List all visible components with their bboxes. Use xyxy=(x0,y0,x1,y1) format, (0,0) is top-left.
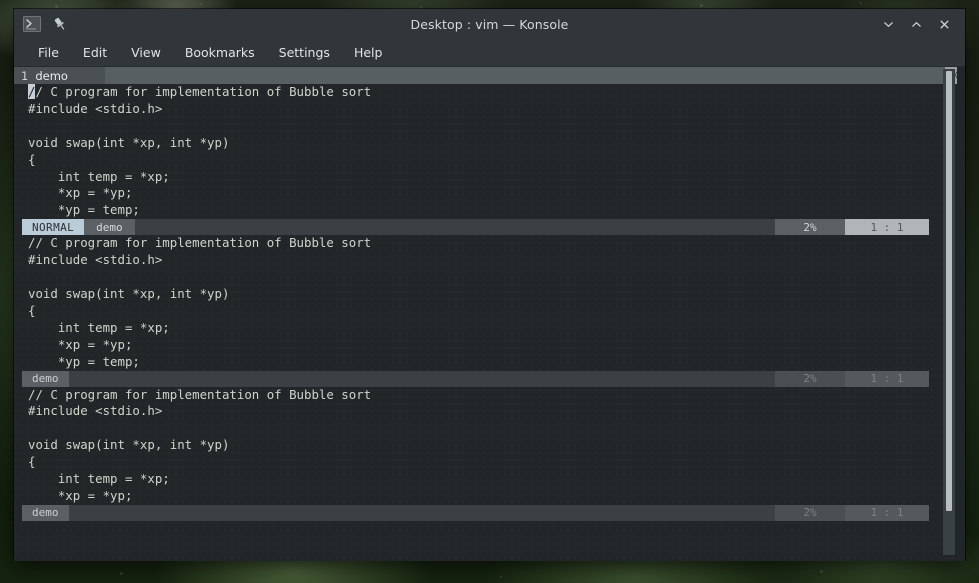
statusline-percent: 2% xyxy=(775,219,845,236)
menu-item-edit[interactable]: Edit xyxy=(73,42,117,63)
code-line: *xp = *yp; xyxy=(28,487,133,503)
window-title: Desktop : vim — Konsole xyxy=(410,16,569,32)
terminal-scrollbar[interactable] xyxy=(943,69,955,555)
wallpaper-speck xyxy=(420,6,422,8)
code-line: *xp = *yp; xyxy=(28,185,133,201)
vim-statusline-bottom: demo 2% 1 : 1 xyxy=(22,504,929,521)
statusline-percent: 2% xyxy=(775,504,845,521)
code-line: int temp = *xp; xyxy=(28,319,170,335)
code-line: *xp = *yp; xyxy=(28,336,133,352)
window-controls xyxy=(875,12,965,36)
scrollbar-thumb[interactable] xyxy=(946,71,952,511)
menubar: File Edit View Bookmarks Settings Help xyxy=(14,39,965,67)
code-line: #include <stdio.h> xyxy=(28,252,163,268)
code-line: void swap(int *xp, int *yp) xyxy=(28,285,230,301)
statusline-position: 1 : 1 xyxy=(845,370,929,387)
code-line: { xyxy=(28,454,36,470)
code-line: { xyxy=(28,151,36,167)
wallpaper-speck xyxy=(200,3,202,5)
code-first-line: // C program for implementation of Bubbl… xyxy=(28,235,372,251)
statusline-filler xyxy=(68,504,775,521)
code-line: *yp = temp; xyxy=(28,202,140,218)
menu-item-settings[interactable]: Settings xyxy=(269,42,340,63)
statusline-mode: NORMAL xyxy=(22,219,85,236)
wallpaper-speck xyxy=(55,5,58,8)
vim-statusline-active: NORMAL demo 2% 1 : 1 xyxy=(22,219,929,236)
code-first-line: / C program for implementation of Bubble… xyxy=(35,84,372,99)
konsole-window: Desktop : vim — Konsole File Edit View B… xyxy=(14,9,965,561)
tab-demo[interactable]: 1 demo xyxy=(14,67,105,84)
code-line: int temp = *xp; xyxy=(28,168,170,184)
code-line: *yp = temp; xyxy=(28,353,140,369)
wallpaper-speck xyxy=(120,572,123,575)
statusline-percent: 2% xyxy=(775,370,845,387)
wallpaper-speck xyxy=(860,2,862,4)
statusline-position: 1 : 1 xyxy=(845,504,929,521)
close-button[interactable] xyxy=(931,12,957,36)
wallpaper-speck xyxy=(700,4,703,7)
vim-pane-middle-code[interactable]: // C program for implementation of Bubbl… xyxy=(14,235,965,370)
minimize-button[interactable] xyxy=(875,12,901,36)
menu-item-file[interactable]: File xyxy=(28,42,69,63)
code-line: #include <stdio.h> xyxy=(28,403,163,419)
titlebar-left-icons xyxy=(14,15,69,33)
maximize-button[interactable] xyxy=(903,12,929,36)
code-line: { xyxy=(28,302,36,318)
statusline-position: 1 : 1 xyxy=(845,219,929,236)
konsole-tabbar: 1 demo X xyxy=(14,67,965,84)
code-line: void swap(int *xp, int *yp) xyxy=(28,437,230,453)
statusline-filename: demo xyxy=(22,370,69,387)
code-line: void swap(int *xp, int *yp) xyxy=(28,134,230,150)
menu-item-help[interactable]: Help xyxy=(344,42,393,63)
window-titlebar[interactable]: Desktop : vim — Konsole xyxy=(14,9,965,39)
vim-pane-top-code[interactable]: // C program for implementation of Bubbl… xyxy=(14,84,965,219)
statusline-filename: demo xyxy=(22,504,69,521)
statusline-filename: demo xyxy=(84,219,135,236)
statusline-filler xyxy=(134,219,775,236)
tabbar-filler xyxy=(105,67,945,84)
code-first-line: // C program for implementation of Bubbl… xyxy=(28,386,372,402)
konsole-terminal-icon[interactable] xyxy=(23,15,41,33)
tab-label: demo xyxy=(35,68,68,83)
pin-icon[interactable] xyxy=(51,15,69,33)
wallpaper-speck xyxy=(500,576,502,578)
vim-statusline-middle: demo 2% 1 : 1 xyxy=(22,370,929,387)
code-line: #include <stdio.h> xyxy=(28,100,163,116)
statusline-filler xyxy=(68,370,775,387)
terminal-area[interactable]: 1 demo X // C program for implementation… xyxy=(14,67,965,561)
code-line: int temp = *xp; xyxy=(28,471,170,487)
menu-item-bookmarks[interactable]: Bookmarks xyxy=(175,42,265,63)
vim-pane-bottom-code[interactable]: // C program for implementation of Bubbl… xyxy=(14,387,965,505)
wallpaper-speck xyxy=(820,570,823,573)
tab-index: 1 xyxy=(21,68,29,83)
menu-item-view[interactable]: View xyxy=(121,42,171,63)
